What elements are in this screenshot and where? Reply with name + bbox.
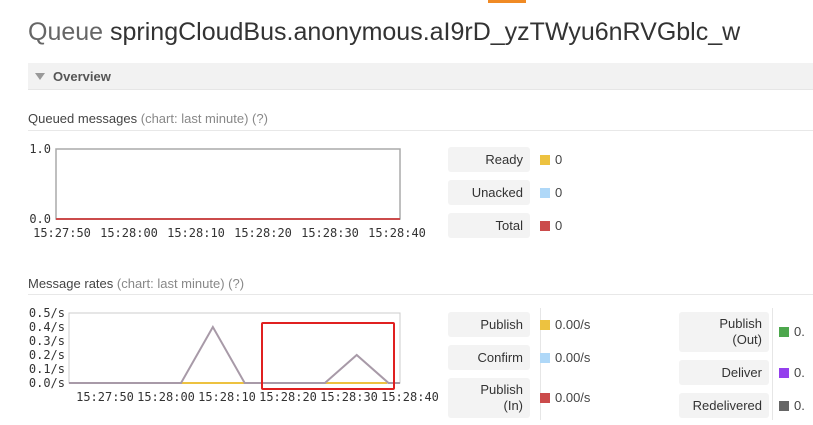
rate-stat-value-0: 0.00/s	[555, 316, 591, 332]
rate-stat-value-1: 0.00/s	[555, 349, 591, 365]
queued-stat-label-1: Unacked	[448, 180, 530, 205]
y-tick-label: 0.0	[29, 212, 51, 226]
queued-messages-heading: Queued messages (chart: last minute) (?)	[28, 111, 268, 126]
queued-messages-title: Queued messages	[28, 111, 138, 126]
top-tab-accent	[488, 0, 526, 3]
queued-chart-note: (chart: last minute)	[140, 111, 249, 126]
page-title: Queue springCloudBus.anonymous.aI9rD_yzT…	[28, 18, 740, 47]
page-title-prefix: Queue	[28, 18, 104, 46]
rate-stat-value-2: 0.00/s	[555, 390, 591, 405]
rate-stat-label-1: Confirm	[448, 345, 530, 370]
plot-area	[55, 148, 401, 220]
queued-stat-label-2: Total	[448, 213, 530, 238]
x-tick-label: 15:28:30	[320, 390, 378, 404]
queued-stat-value-1: 0	[555, 184, 563, 200]
x-tick-label: 15:28:20	[234, 226, 292, 240]
rate-stat-out-color-swatch-2	[779, 400, 789, 411]
x-tick-label: 15:28:10	[198, 390, 256, 404]
x-tick-label: 15:27:50	[76, 390, 134, 404]
queued-heading-rule	[28, 130, 813, 131]
y-tick-label: 0.4/s	[29, 320, 65, 334]
queued-stat-value-0: 0	[555, 151, 563, 167]
x-tick-label: 15:27:50	[33, 226, 91, 240]
x-tick-label: 15:28:40	[368, 226, 426, 240]
queued-messages-chart: 1.0 0.015:27:50 15:28:00 15:28:10 15:28:20 15…	[29, 142, 426, 240]
rate-stat-color-swatch-0	[540, 319, 550, 330]
y-tick-label: 1.0	[29, 142, 51, 156]
rate-stat-out-value-2: 0.	[794, 397, 805, 413]
queued-stat-value-2: 0	[555, 217, 563, 233]
x-tick-label: 15:28:20	[259, 390, 317, 404]
x-tick-label: 15:28:40	[381, 390, 439, 404]
highlight-box	[261, 322, 395, 390]
message-rates-heading: Message rates (chart: last minute) (?)	[28, 276, 244, 291]
rates-help-link[interactable]: (?)	[228, 276, 244, 291]
rate-stat-out-label-2: Redelivered	[679, 393, 769, 418]
rates-heading-rule	[28, 294, 813, 295]
y-tick-label: 0.0/s	[29, 376, 65, 390]
rate-stat-out-color-swatch-0	[779, 327, 789, 337]
message-rates-title: Message rates	[28, 276, 114, 291]
y-tick-label: 0.3/s	[29, 334, 65, 348]
rate-stat-color-swatch-1	[540, 352, 550, 363]
x-tick-label: 15:28:00	[137, 390, 195, 404]
rate-stat-out-value-0: 0.	[794, 324, 805, 339]
queued-stat-color-swatch-1	[540, 187, 550, 198]
rate-stat-color-swatch-2	[540, 393, 550, 403]
rate-stat-label-0: Publish	[448, 312, 530, 337]
overview-label: Overview	[53, 68, 111, 84]
y-tick-label: 0.1/s	[29, 362, 65, 376]
x-tick-label: 15:28:30	[301, 226, 359, 240]
rate-stat-out-label-1: Deliver	[679, 360, 769, 385]
overview-section-toggle[interactable]: Overview	[28, 63, 813, 90]
queue-name: springCloudBus.anonymous.aI9rD_yzTWyu6nR…	[110, 18, 741, 46]
rates-column-divider-2	[772, 308, 773, 420]
queued-help-link[interactable]: (?)	[252, 111, 268, 126]
y-tick-label: 0.5/s	[29, 306, 65, 320]
queued-stat-color-swatch-2	[540, 220, 550, 231]
rate-stat-label-2: Publish (In)	[448, 378, 530, 418]
rate-stat-out-value-1: 0.	[794, 364, 805, 380]
rate-stat-out-color-swatch-1	[779, 367, 789, 378]
x-tick-label: 15:28:00	[100, 226, 158, 240]
y-tick-label: 0.2/s	[29, 348, 65, 362]
queued-stat-label-0: Ready	[448, 147, 530, 172]
collapse-triangle-icon	[35, 72, 45, 80]
rate-stat-out-label-0: Publish (Out)	[679, 312, 769, 352]
queued-stat-color-swatch-0	[540, 154, 550, 165]
x-tick-label: 15:28:10	[167, 226, 225, 240]
rates-chart-note: (chart: last minute)	[116, 276, 225, 291]
